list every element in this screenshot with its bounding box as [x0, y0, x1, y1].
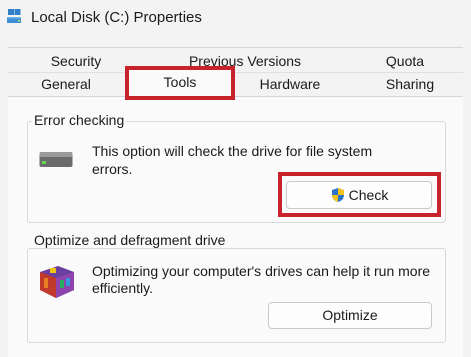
optimize-description-line2: efficiently.	[92, 280, 153, 296]
title-bar: Local Disk (C:) Properties	[0, 0, 471, 38]
optimize-description-line1: Optimizing your computer's drives can he…	[92, 263, 431, 279]
hard-drive-icon	[39, 152, 73, 167]
tab-row-divider	[8, 72, 463, 73]
tab-tools-label: Tools	[163, 74, 197, 90]
optimize-button[interactable]: Optimize	[268, 302, 432, 329]
tab-hardware[interactable]: Hardware	[247, 74, 333, 96]
tab-sharing[interactable]: Sharing	[375, 74, 445, 96]
tab-strip-border	[8, 47, 463, 48]
error-checking-label: Error checking	[32, 112, 127, 128]
check-button-highlight	[278, 172, 441, 217]
defrag-icon	[40, 266, 74, 298]
tab-quota[interactable]: Quota	[375, 51, 435, 71]
tab-security[interactable]: Security	[40, 51, 112, 71]
error-checking-description-line2: errors.	[92, 161, 133, 177]
optimize-label: Optimize and defragment drive	[32, 232, 228, 248]
window-title: Local Disk (C:) Properties	[31, 9, 202, 26]
tab-general[interactable]: General	[30, 74, 102, 96]
drive-icon	[7, 9, 21, 23]
optimize-button-label: Optimize	[322, 307, 378, 323]
error-checking-description-line1: This option will check the drive for fil…	[92, 143, 373, 159]
tab-tools[interactable]: Tools	[125, 66, 235, 100]
